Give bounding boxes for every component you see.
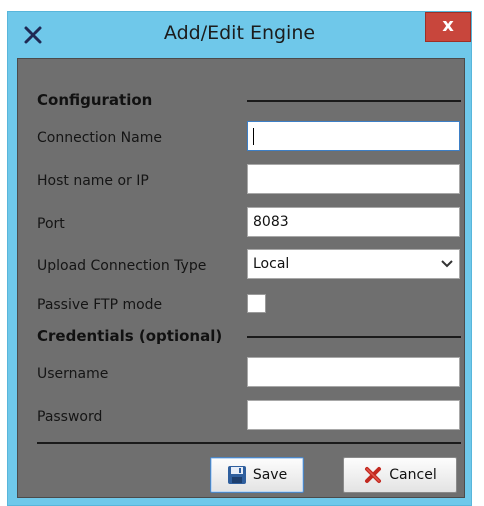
upload-type-label: Upload Connection Type — [37, 258, 207, 274]
upload-type-select[interactable]: Local — [247, 249, 460, 279]
connection-name-label: Connection Name — [37, 130, 162, 146]
title-bar[interactable]: Add/Edit Engine x — [8, 12, 471, 58]
floppy-disk-icon — [227, 465, 247, 485]
dialog-body: Configuration Connection Name Host name … — [17, 58, 465, 498]
section-divider — [247, 336, 461, 338]
text-caret — [253, 127, 254, 145]
close-button[interactable]: x — [425, 12, 471, 42]
port-value: 8083 — [253, 214, 289, 230]
dialog-window: Add/Edit Engine x Configuration Connecti… — [7, 11, 472, 506]
password-label: Password — [37, 409, 103, 425]
section-divider — [247, 100, 461, 102]
username-label: Username — [37, 366, 109, 382]
username-input[interactable] — [247, 357, 460, 387]
window-title: Add/Edit Engine — [163, 22, 316, 44]
section-credentials: Credentials (optional) — [37, 327, 223, 345]
port-input[interactable]: 8083 — [247, 207, 460, 237]
section-configuration: Configuration — [37, 91, 153, 109]
cancel-button[interactable]: Cancel — [343, 457, 457, 493]
cancel-label: Cancel — [389, 467, 437, 483]
chevron-down-icon — [441, 250, 453, 278]
host-label: Host name or IP — [37, 173, 149, 189]
save-button[interactable]: Save — [210, 457, 304, 493]
upload-type-value: Local — [253, 256, 290, 272]
passive-ftp-label: Passive FTP mode — [37, 297, 163, 313]
password-input[interactable] — [247, 400, 460, 430]
red-x-icon — [363, 465, 383, 485]
host-input[interactable] — [247, 164, 460, 194]
save-label: Save — [252, 467, 288, 483]
footer-divider — [37, 442, 461, 444]
connection-name-input[interactable] — [247, 121, 460, 151]
passive-ftp-checkbox[interactable] — [247, 294, 266, 313]
port-label: Port — [37, 216, 65, 232]
